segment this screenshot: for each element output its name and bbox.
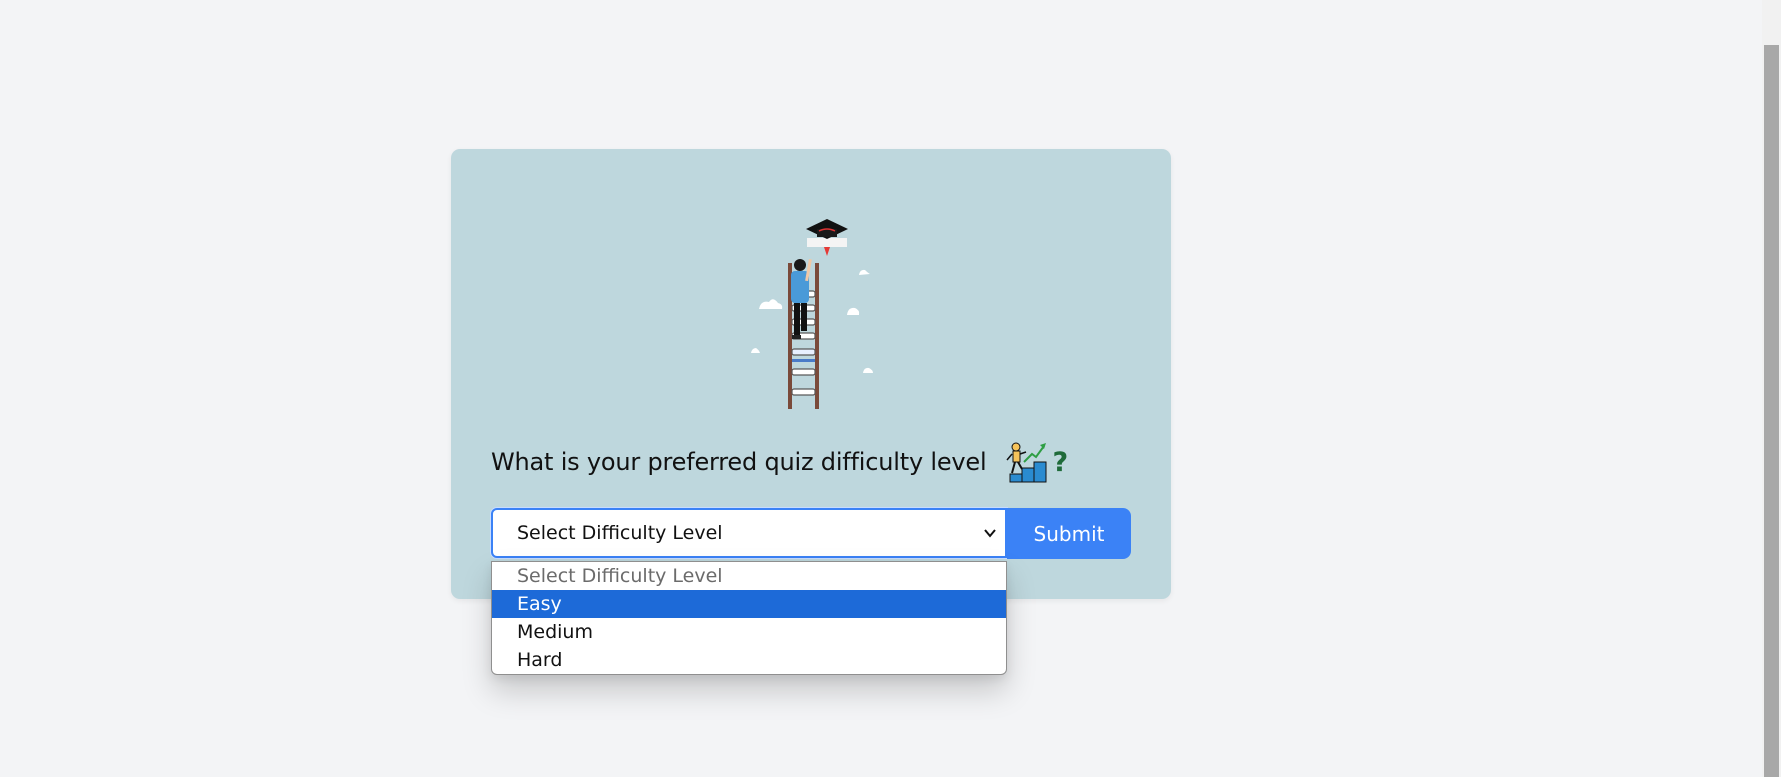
question-mark: ? (1052, 446, 1069, 478)
question-row: What is your preferred quiz difficulty l… (491, 439, 1068, 485)
page-scrollbar-thumb[interactable] (1764, 45, 1779, 777)
difficulty-select-value: Select Difficulty Level (517, 522, 723, 544)
quiz-difficulty-card: What is your preferred quiz difficulty l… (451, 149, 1171, 599)
page: What is your preferred quiz difficulty l… (0, 0, 1781, 777)
option-medium[interactable]: Medium (492, 618, 1006, 646)
option-select-difficulty-level[interactable]: Select Difficulty Level (492, 562, 1006, 590)
chevron-down-icon (984, 529, 996, 538)
option-easy[interactable]: Easy (492, 590, 1006, 618)
question-text: What is your preferred quiz difficulty l… (491, 448, 987, 476)
climbing-steps-growth-icon (1006, 442, 1047, 483)
difficulty-dropdown-list: Select Difficulty Level Easy Medium Hard (491, 561, 1007, 675)
submit-button[interactable]: Submit (1007, 508, 1131, 559)
option-hard[interactable]: Hard (492, 646, 1006, 674)
difficulty-select[interactable]: Select Difficulty Level (491, 508, 1007, 558)
ladder-graduation-illustration (751, 219, 873, 409)
